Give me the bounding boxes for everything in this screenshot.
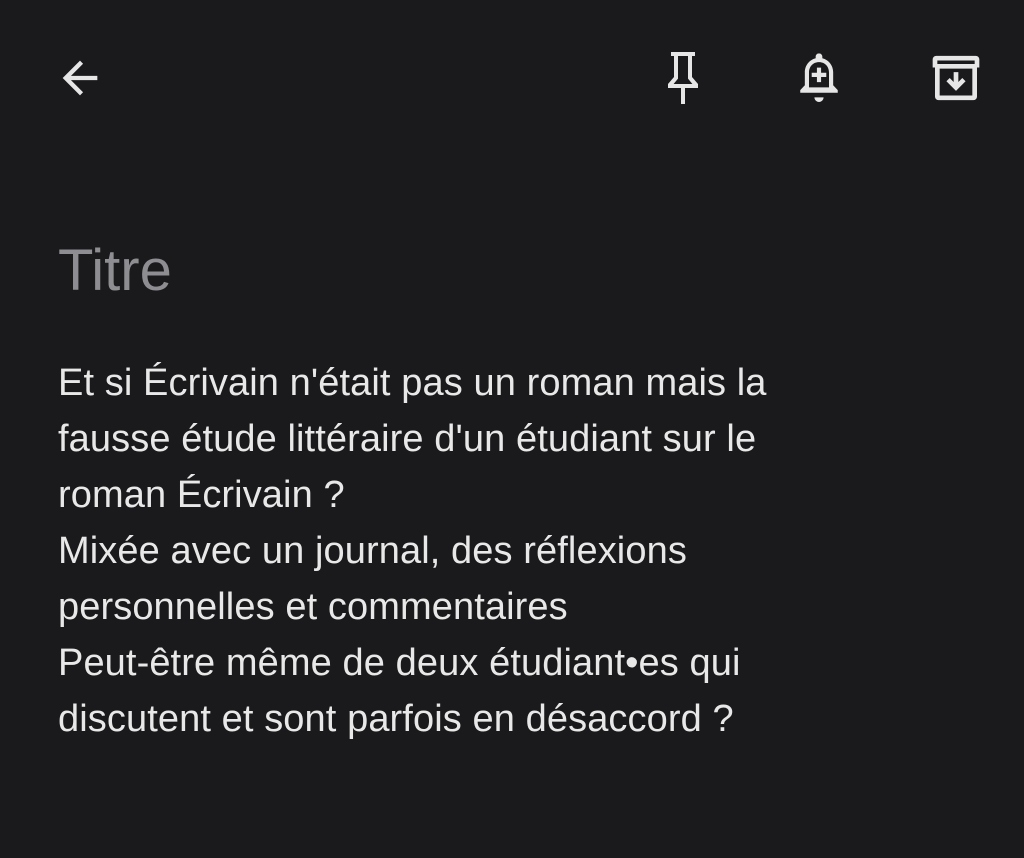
- archive-button[interactable]: [920, 42, 992, 114]
- note-body-line: discutent et sont parfois en désaccord ?: [58, 698, 734, 740]
- note-body-line: fausse étude littéraire d'un étudiant su…: [58, 418, 757, 460]
- arrow-left-icon: [54, 52, 106, 104]
- note-body-field[interactable]: Et si Écrivain n'était pas un roman mais…: [58, 355, 988, 747]
- pin-icon: [659, 46, 707, 110]
- note-toolbar: [0, 0, 1024, 160]
- bell-plus-icon: [794, 48, 844, 108]
- archive-icon: [928, 50, 984, 106]
- reminder-button[interactable]: [783, 42, 855, 114]
- back-button[interactable]: [44, 42, 116, 114]
- pin-button[interactable]: [647, 42, 719, 114]
- note-body-line: roman Écrivain ?: [58, 474, 345, 516]
- note-body-line: Peut-être même de deux étudiant•es qui: [58, 642, 741, 684]
- note-body-line: Et si Écrivain n'était pas un roman mais…: [58, 362, 767, 404]
- note-body-line: Mixée avec un journal, des réflexions: [58, 530, 687, 572]
- note-body-line: personnelles et commentaires: [58, 586, 568, 628]
- note-title-field[interactable]: Titre: [58, 236, 172, 306]
